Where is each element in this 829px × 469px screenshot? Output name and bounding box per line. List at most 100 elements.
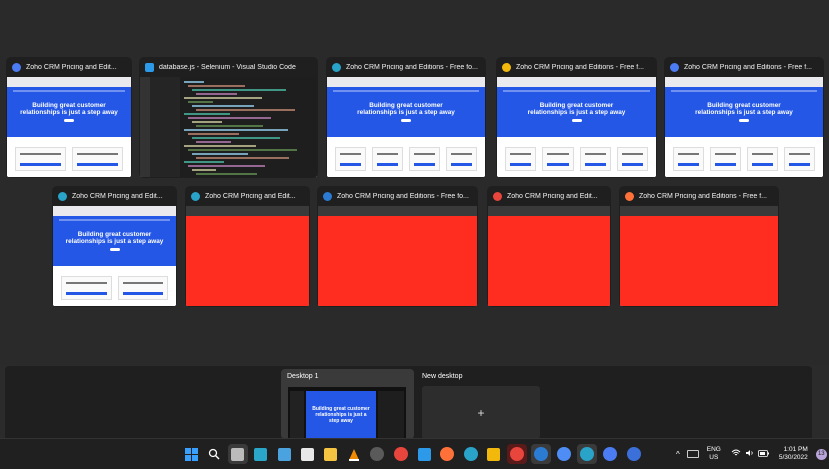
- window-title-bar[interactable]: database.js - Selenium - Visual Studio C…: [139, 57, 318, 77]
- edge-beta-icon[interactable]: [554, 444, 574, 464]
- window-title-bar[interactable]: Zoho CRM Pricing and Edit...: [185, 186, 310, 206]
- pricing-card: [372, 147, 403, 171]
- pricing-card: [72, 147, 123, 171]
- pricing-card: [505, 147, 537, 171]
- pricing-card: [335, 147, 366, 171]
- window-title: Zoho CRM Pricing and Edit...: [26, 63, 117, 71]
- window-thumbnail[interactable]: Zoho CRM Pricing and Editions - Free f..…: [619, 186, 779, 307]
- pricing-card: [710, 147, 741, 171]
- window-title-bar[interactable]: Zoho CRM Pricing and Edit...: [52, 186, 177, 206]
- hero-banner: Building great customer relationships is…: [53, 216, 176, 266]
- pricing-card: [117, 276, 168, 300]
- clock-time: 1:01 PM: [783, 445, 808, 453]
- chevron-up-icon[interactable]: ^: [676, 450, 680, 459]
- hero-headline: Building great customer relationships is…: [357, 101, 455, 116]
- window-title: Zoho CRM Pricing and Edit...: [205, 192, 296, 200]
- edge-icon: [332, 62, 341, 72]
- window-title-bar[interactable]: Zoho CRM Pricing and Edit...: [6, 57, 132, 77]
- clock[interactable]: 1:01 PM 5/30/2022: [779, 446, 808, 463]
- window-preview: Building great customer relationships is…: [53, 206, 176, 306]
- explorer-icon[interactable]: [321, 444, 341, 464]
- chrome-icon-3[interactable]: [624, 444, 644, 464]
- pricing-card: [616, 147, 648, 171]
- edge-icon-2[interactable]: [577, 444, 598, 464]
- pricing-card: [15, 147, 66, 171]
- widgets-icon[interactable]: [274, 444, 294, 464]
- search-icon[interactable]: [204, 444, 224, 464]
- firefox-icon: [625, 191, 634, 201]
- pricing-card: [409, 147, 440, 171]
- hero-banner: Building great customer relationships is…: [7, 87, 131, 137]
- battery-icon[interactable]: [757, 449, 769, 459]
- window-preview: Building great customer relationships is…: [497, 77, 656, 177]
- store-icon[interactable]: [298, 444, 318, 464]
- chrome-icon-2[interactable]: [600, 444, 620, 464]
- desktop-1-thumbnail[interactable]: Desktop 1 Building great customer relati…: [281, 369, 414, 439]
- red-page: [186, 216, 309, 306]
- language-indicator[interactable]: ENG US: [707, 446, 721, 462]
- window-thumbnail[interactable]: Zoho CRM Pricing and Edit... Building gre…: [52, 186, 177, 307]
- pricing-card: [61, 276, 112, 300]
- window-preview: [186, 206, 309, 306]
- hero-headline: Building great customer relationships is…: [20, 101, 118, 116]
- task-view-icon[interactable]: [227, 444, 248, 464]
- hero-banner: Building great customer relationships is…: [665, 87, 823, 137]
- window-preview: [488, 206, 610, 306]
- language-label: ENG: [706, 446, 721, 453]
- region-label: US: [709, 454, 719, 461]
- window-thumbnail[interactable]: Zoho CRM Pricing and Editions - Free f..…: [664, 57, 824, 178]
- media-player-icon[interactable]: [367, 444, 387, 464]
- window-preview: [620, 206, 778, 306]
- vlc-icon[interactable]: [344, 444, 364, 464]
- pricing-card: [579, 147, 611, 171]
- pricing-card: [747, 147, 778, 171]
- window-thumbnail[interactable]: Zoho CRM Pricing and Editions - Free fo.…: [317, 186, 478, 307]
- volume-icon[interactable]: [745, 449, 754, 459]
- window-title: Zoho CRM Pricing and Editions - Free f..…: [516, 63, 644, 71]
- red-page: [318, 216, 477, 306]
- window-title-bar[interactable]: Zoho CRM Pricing and Editions - Free fo.…: [326, 57, 486, 77]
- red-page: [488, 216, 610, 306]
- chrome-canary-icon: [502, 62, 511, 72]
- edge-icon: [191, 191, 200, 201]
- window-title-bar[interactable]: Zoho CRM Pricing and Editions - Free fo.…: [317, 186, 478, 206]
- edge-dev-icon[interactable]: [530, 444, 551, 464]
- notification-badge[interactable]: 13: [815, 448, 827, 460]
- window-thumbnail[interactable]: Zoho CRM Pricing and Editions - Free fo.…: [326, 57, 486, 178]
- app-l-icon[interactable]: [251, 444, 271, 464]
- notification-count: 13: [817, 451, 825, 457]
- window-thumbnail[interactable]: Zoho CRM Pricing and Edit...: [185, 186, 310, 307]
- window-preview: Building great customer relationships is…: [327, 77, 485, 177]
- task-view-background: [0, 0, 829, 365]
- window-preview: Building great customer relationships is…: [7, 77, 131, 177]
- window-thumbnail[interactable]: Zoho CRM Pricing and Edit...: [487, 186, 611, 307]
- pricing-card: [542, 147, 574, 171]
- desktop-1-label: Desktop 1: [287, 373, 319, 380]
- taskbar: ^ ENG US 1:01 PM 5/30/2022 13: [0, 438, 829, 469]
- keyboard-icon[interactable]: [686, 450, 699, 458]
- window-preview: Building great customer relationships is…: [665, 77, 823, 177]
- new-desktop-button[interactable]: New desktop +: [416, 369, 542, 439]
- chrome-canary-icon[interactable]: [484, 444, 504, 464]
- window-title-bar[interactable]: Zoho CRM Pricing and Editions - Free f..…: [664, 57, 824, 77]
- chrome-active-icon[interactable]: [507, 444, 528, 464]
- window-title: Zoho CRM Pricing and Edit...: [507, 192, 598, 200]
- window-title-bar[interactable]: Zoho CRM Pricing and Edit...: [487, 186, 611, 206]
- window-thumbnail[interactable]: database.js - Selenium - Visual Studio C…: [139, 57, 318, 178]
- window-title: Zoho CRM Pricing and Editions - Free fo.…: [346, 63, 478, 71]
- window-title: Zoho CRM Pricing and Editions - Free f..…: [684, 63, 812, 71]
- window-title-bar[interactable]: Zoho CRM Pricing and Editions - Free f..…: [619, 186, 779, 206]
- chrome-icon[interactable]: [391, 444, 411, 464]
- firefox-icon[interactable]: [437, 444, 457, 464]
- window-title-bar[interactable]: Zoho CRM Pricing and Editions - Free f..…: [496, 57, 657, 77]
- clock-date: 5/30/2022: [778, 454, 808, 461]
- window-thumbnail[interactable]: Zoho CRM Pricing and Edit... Building gre…: [6, 57, 132, 178]
- edge-icon[interactable]: [461, 444, 481, 464]
- new-desktop-label: New desktop: [422, 373, 463, 380]
- vscode-icon[interactable]: [414, 444, 434, 464]
- wifi-icon[interactable]: [731, 449, 741, 459]
- vscode-icon: [145, 62, 154, 72]
- window-thumbnail[interactable]: Zoho CRM Pricing and Editions - Free f..…: [496, 57, 657, 178]
- start-icon[interactable]: [181, 444, 201, 464]
- window-title: Zoho CRM Pricing and Edit...: [72, 192, 163, 200]
